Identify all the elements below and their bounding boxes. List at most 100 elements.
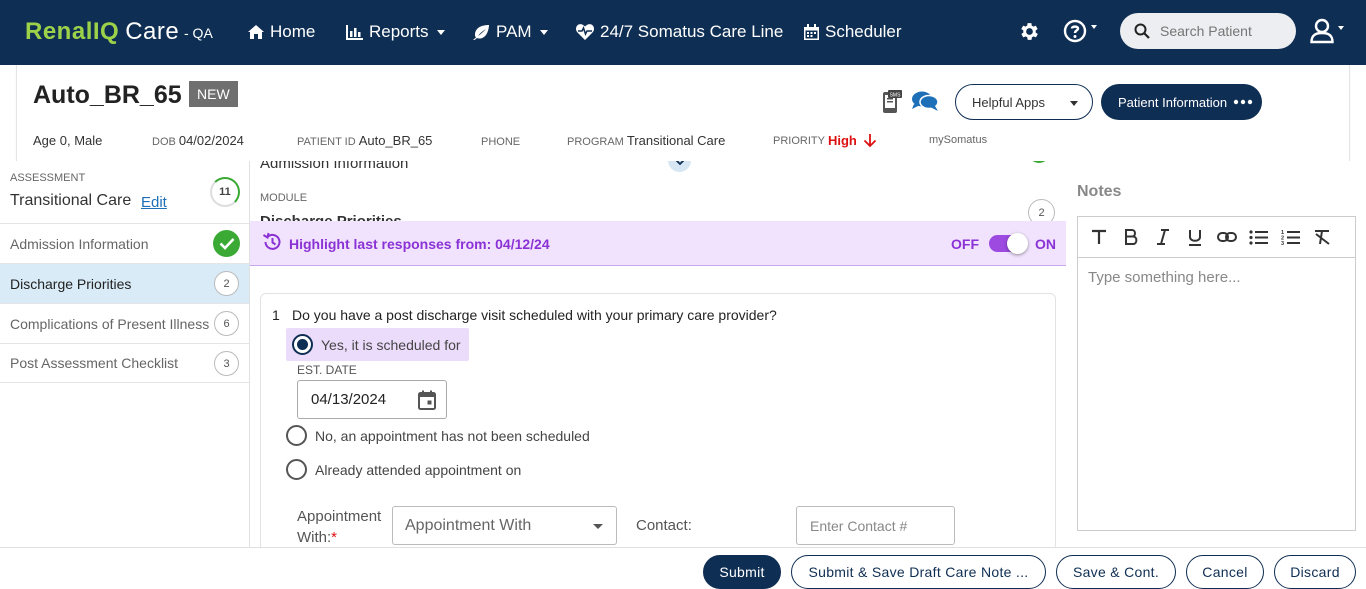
sidebar-item-count: 3: [214, 351, 239, 376]
svg-text:SMS: SMS: [890, 93, 902, 99]
radio-unselected[interactable]: [286, 459, 307, 480]
assessment-main[interactable]: Admission Information MODULE Discharge P…: [250, 161, 1066, 547]
arrow-down-icon: [863, 134, 876, 148]
patient-phone: PHONE: [481, 133, 523, 148]
text-format-icon[interactable]: [1087, 226, 1110, 249]
radio-selected[interactable]: [292, 334, 313, 355]
patient-name: Auto_BR_65: [33, 81, 182, 109]
nav-scheduler-label: Scheduler: [825, 22, 902, 41]
submit-button[interactable]: Submit: [703, 555, 781, 589]
bullet-list-icon[interactable]: [1247, 226, 1270, 249]
search-input[interactable]: [1160, 23, 1280, 39]
brand-suffix: Care: [125, 18, 180, 45]
assessment-sidebar: ASSESSMENT Transitional Care Edit 11 Adm…: [0, 161, 250, 547]
est-date-label: EST. DATE: [297, 363, 357, 377]
sidebar-item-complications[interactable]: Complications of Present Illness 6: [0, 303, 249, 343]
sidebar-item-post-assessment-checklist[interactable]: Post Assessment Checklist 3: [0, 343, 249, 383]
helpful-apps-label: Helpful Apps: [972, 94, 1045, 110]
user-icon: [1310, 18, 1334, 44]
sidebar-item-admission-information[interactable]: Admission Information: [0, 223, 249, 263]
phone-label: PHONE: [481, 136, 521, 148]
option-yes-scheduled[interactable]: Yes, it is scheduled for: [286, 328, 469, 361]
save-continue-button[interactable]: Save & Cont.: [1056, 555, 1176, 589]
option-label: Already attended appointment on: [315, 461, 522, 478]
chevron-down-icon: [436, 29, 445, 35]
priority-label: PRIORITY: [773, 134, 825, 147]
nav-reports[interactable]: Reports: [346, 22, 445, 42]
mysomatus-link[interactable]: mySomatus: [929, 134, 987, 146]
notes-toolbar: 123: [1078, 217, 1355, 258]
notes-textarea[interactable]: Type something here...: [1088, 269, 1241, 286]
patient-information-button[interactable]: Patient Information: [1101, 84, 1262, 120]
cancel-button[interactable]: Cancel: [1186, 555, 1264, 589]
home-icon: [248, 25, 264, 39]
gear-icon[interactable]: [1018, 20, 1041, 43]
assessment-title: Transitional Care: [10, 192, 132, 209]
environment-label: - QA: [184, 25, 213, 41]
option-already-attended[interactable]: Already attended appointment on: [286, 459, 521, 480]
history-icon: [262, 232, 281, 250]
notes-editor[interactable]: 123 Type something here...: [1077, 216, 1356, 531]
submit-save-draft-button[interactable]: Submit & Save Draft Care Note ...: [791, 555, 1046, 589]
help-icon: [1063, 19, 1087, 43]
svg-text:3: 3: [1281, 241, 1284, 245]
leaf-icon: [473, 24, 489, 40]
bold-icon[interactable]: [1119, 226, 1142, 249]
nav-reports-label: Reports: [369, 22, 429, 41]
heartbeat-icon: [576, 24, 594, 40]
notes-title: Notes: [1077, 183, 1122, 200]
brand-logo[interactable]: RenalIQ Care: [25, 18, 179, 46]
appointment-with-label: Appointment With:*: [297, 506, 381, 547]
highlight-toggle[interactable]: [989, 233, 1028, 254]
help-menu[interactable]: [1063, 19, 1097, 43]
collapse-header-button[interactable]: [668, 161, 691, 172]
option-label: Yes, it is scheduled for: [321, 336, 461, 353]
appointment-label-line2: With:: [297, 529, 332, 546]
sidebar-item-label: Complications of Present Illness: [10, 315, 210, 332]
user-menu[interactable]: [1310, 18, 1344, 44]
est-date-value: 04/13/2024: [311, 391, 387, 408]
nav-pam-label: PAM: [496, 22, 532, 41]
chat-icon[interactable]: [911, 90, 939, 112]
chevron-down-icon: [539, 29, 548, 35]
calendar-icon[interactable]: [418, 390, 436, 410]
patient-priority: PRIORITY High: [773, 133, 877, 148]
chevron-down-icon: [1070, 101, 1078, 106]
sms-icon[interactable]: SMS: [881, 90, 903, 114]
contact-input[interactable]: Enter Contact #: [796, 506, 955, 545]
program-value: Transitional Care: [626, 133, 726, 148]
module-label: MODULE: [260, 192, 308, 204]
required-marker: *: [331, 529, 338, 546]
nav-scheduler[interactable]: Scheduler: [804, 22, 902, 42]
option-not-scheduled[interactable]: No, an appointment has not been schedule…: [286, 425, 590, 446]
italic-icon[interactable]: [1151, 226, 1174, 249]
sidebar-item-discharge-priorities[interactable]: Discharge Priorities 2: [0, 263, 249, 303]
nav-pam[interactable]: PAM: [473, 22, 548, 42]
numbered-list-icon[interactable]: 123: [1279, 226, 1302, 249]
more-dots-icon: [1233, 99, 1253, 105]
patient-program: PROGRAM Transitional Care: [567, 133, 725, 148]
patient-id-value: Auto_BR_65: [358, 133, 433, 148]
appointment-label-line1: Appointment: [297, 508, 382, 525]
brand-name: RenalIQ: [25, 18, 120, 45]
edit-assessment-link[interactable]: Edit: [141, 194, 167, 211]
patient-header: Auto_BR_65 NEW SMS Helpful Apps Patient …: [16, 65, 1350, 161]
discard-button[interactable]: Discard: [1274, 555, 1356, 589]
question-text: Do you have a post discharge visit sched…: [292, 307, 777, 323]
appointment-with-select[interactable]: Appointment With: [392, 506, 617, 545]
sidebar-item-label: Post Assessment Checklist: [10, 355, 179, 371]
nav-care-line[interactable]: 24/7 Somatus Care Line: [576, 22, 783, 42]
toggle-knob: [1007, 233, 1028, 254]
sidebar-item-label: Discharge Priorities: [10, 275, 132, 292]
highlight-text: Highlight last responses from: 04/12/24: [289, 236, 550, 252]
clear-format-icon[interactable]: [1311, 226, 1334, 249]
nav-home[interactable]: Home: [248, 22, 315, 42]
top-navbar: RenalIQ Care - QA Home Reports PAM 24/7 S…: [0, 0, 1366, 65]
underline-icon[interactable]: [1183, 226, 1206, 249]
radio-unselected[interactable]: [286, 425, 307, 446]
helpful-apps-dropdown[interactable]: Helpful Apps: [955, 84, 1093, 120]
est-date-field[interactable]: 04/13/2024: [297, 380, 447, 419]
patient-id-label: PATIENT ID: [297, 136, 356, 148]
link-icon[interactable]: [1215, 226, 1238, 249]
patient-search[interactable]: [1120, 13, 1296, 49]
